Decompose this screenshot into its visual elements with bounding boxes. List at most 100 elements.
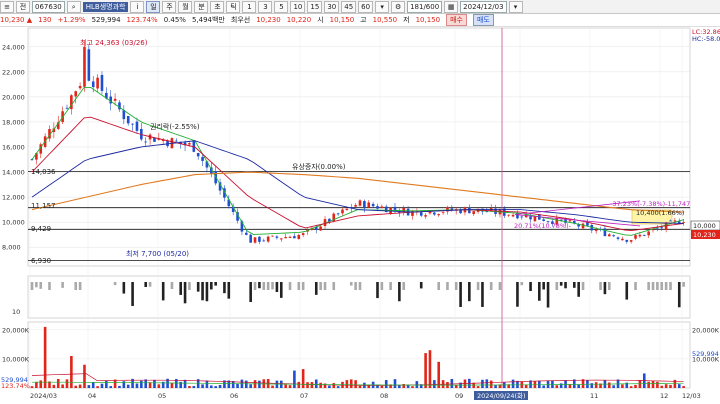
volume-bar: [551, 380, 554, 388]
oscillator-bar: [349, 282, 353, 286]
candle-body: [244, 232, 248, 235]
interval-button[interactable]: 60: [358, 0, 374, 13]
sell-button[interactable]: 매도: [472, 14, 494, 26]
stock-chart[interactable]: 24,000 22,000 20,000 18,000 16,000 14,000 12,0…: [0, 26, 720, 404]
volume-bar: [288, 385, 292, 388]
calendar-icon[interactable]: ▦: [444, 0, 459, 13]
turnover-pct: 0.45%: [163, 16, 186, 24]
page-count[interactable]: 181/600: [407, 0, 443, 13]
dropdown-icon[interactable]: ▾: [375, 0, 390, 13]
chevron-down-icon[interactable]: ▾: [508, 0, 523, 13]
candle-body: [100, 74, 104, 91]
volume-bar: [328, 385, 331, 388]
search-icon[interactable]: ⌕: [66, 0, 81, 13]
candle-body: [65, 107, 69, 109]
period-button[interactable]: 월: [178, 0, 193, 13]
y-tick-label: 22,000: [2, 68, 25, 76]
candle-body: [581, 223, 585, 229]
oscillator-bar: [682, 282, 685, 287]
oscillator-bar: [419, 282, 423, 289]
date-input[interactable]: 2024/12/03: [460, 0, 507, 13]
oscillator-bar: [555, 282, 559, 290]
right-price-label: 10,000: [693, 222, 716, 230]
volume-ratio: 123.74%: [126, 16, 158, 24]
volume-bar: [345, 380, 349, 388]
oscillator-bar: [266, 282, 270, 290]
volume-bar: [384, 380, 388, 388]
interval-button[interactable]: 5: [274, 0, 289, 13]
volume-bar: [489, 380, 493, 388]
candle-body: [131, 123, 134, 125]
volume-tick-label: 20,000K: [2, 326, 30, 334]
toolbar: ≡ 전 067630 ⌕ HLB생명과학 i 일 주 월 분 초 틱 1 3 5…: [0, 0, 720, 14]
candle-body: [336, 213, 340, 215]
oscillator-bar: [301, 282, 305, 290]
candle-body: [319, 226, 322, 231]
oscillator-bar: [529, 282, 532, 291]
period-button[interactable]: 틱: [226, 0, 241, 13]
interval-button[interactable]: 30: [324, 0, 340, 13]
candle-body: [262, 240, 266, 242]
candle-body: [638, 234, 642, 237]
x-tick-label: 07: [300, 392, 308, 400]
volume-bar: [100, 383, 104, 388]
period-button[interactable]: 일: [146, 0, 161, 13]
volume-bar: [105, 380, 108, 388]
oscillator-bar: [625, 282, 629, 300]
candle-body: [516, 212, 519, 219]
candle-body: [113, 98, 117, 101]
volume-tick-label: 20,000K: [692, 326, 720, 334]
buy-button[interactable]: 매수: [446, 14, 467, 26]
price-change: 130: [38, 16, 52, 24]
interval-button[interactable]: 45: [341, 0, 357, 13]
volume-bar: [301, 369, 305, 388]
volume-bar: [433, 380, 436, 388]
candle-body: [78, 86, 82, 89]
oscillator-bar: [196, 282, 200, 292]
candle-body: [96, 77, 99, 89]
volume-bar: [266, 379, 270, 388]
interval-button[interactable]: 1: [242, 0, 257, 13]
volume-bar: [157, 384, 161, 388]
current-price: 10,230 ▲: [0, 16, 33, 24]
annotation-capital-increase: 유상증자(0.00%): [292, 162, 346, 171]
y-tick-label: 12,000: [2, 194, 25, 202]
interval-button[interactable]: 15: [307, 0, 323, 13]
oscillator-bar: [319, 282, 322, 290]
volume-bar: [594, 382, 598, 388]
volume-bar: [96, 386, 99, 388]
volume-bar: [30, 386, 34, 388]
oscillator-bar: [677, 282, 681, 308]
volume-bar: [271, 385, 274, 388]
stock-name[interactable]: HLB생명과학: [82, 1, 129, 12]
interval-button[interactable]: 3: [258, 0, 273, 13]
period-button[interactable]: 주: [162, 0, 177, 13]
volume-bar: [91, 382, 95, 388]
candle-body: [621, 238, 624, 241]
info-icon[interactable]: i: [130, 0, 145, 13]
interval-button[interactable]: 10: [290, 0, 306, 13]
settings-icon[interactable]: ⚙: [391, 0, 406, 13]
volume-bar: [258, 380, 261, 388]
volume-bar: [201, 384, 204, 388]
oscillator-bar: [74, 282, 78, 290]
right-label: HC:-58.0: [692, 35, 720, 43]
volume-pct-label: 123.74%: [1, 382, 30, 390]
volume-bar: [118, 385, 121, 388]
volume-bar: [61, 384, 64, 388]
stock-code-input[interactable]: 067630: [32, 0, 65, 13]
volume-bar: [35, 381, 38, 388]
volume-tick-label: 10,000K: [2, 355, 30, 363]
period-button[interactable]: 분: [194, 0, 209, 13]
oscillator-bar: [402, 282, 406, 290]
high-label: 고: [360, 16, 367, 24]
oscillator-bar: [262, 282, 266, 290]
market-select[interactable]: 전: [16, 0, 30, 13]
volume-bar: [424, 353, 427, 388]
period-button[interactable]: 초: [210, 0, 225, 13]
menu-icon[interactable]: ≡: [0, 0, 14, 13]
volume-bar: [411, 386, 414, 388]
candle-body: [275, 236, 279, 238]
candle-body: [647, 231, 650, 236]
high-price: 10,550: [372, 16, 398, 24]
